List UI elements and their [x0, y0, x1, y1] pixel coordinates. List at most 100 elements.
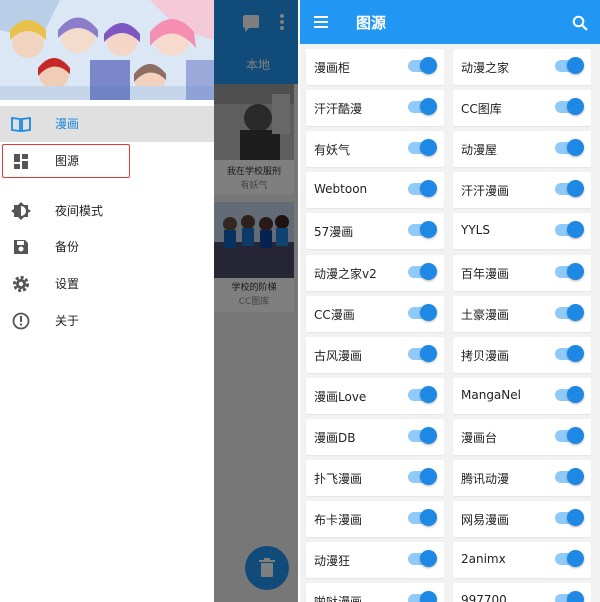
source-enable-toggle[interactable] [555, 221, 584, 238]
source-enable-toggle[interactable] [408, 427, 437, 444]
source-name: 动漫之家v2 [314, 267, 377, 281]
screenshot-root: 本地 我在学校服刑 有妖气 [0, 0, 600, 602]
drawer-item-settings[interactable]: 设置 [0, 266, 214, 302]
drawer-item-backup[interactable]: 备份 [0, 229, 214, 265]
source-enable-toggle[interactable] [555, 180, 584, 197]
source-enable-toggle[interactable] [408, 180, 437, 197]
source-name: 动漫之家 [461, 61, 510, 75]
source-enable-toggle[interactable] [408, 139, 437, 156]
source-card[interactable]: 拷贝漫画 [453, 337, 591, 373]
left-screen: 本地 我在学校服刑 有妖气 [0, 0, 298, 602]
source-card[interactable]: 动漫之家v2 [306, 255, 444, 291]
source-card[interactable]: 漫画Love [306, 378, 444, 414]
source-name: 百年漫画 [461, 267, 510, 281]
source-enable-toggle[interactable] [408, 345, 437, 362]
drawer-item-label: 夜间模式 [55, 204, 104, 218]
source-name: 汗汗漫画 [461, 184, 510, 198]
hamburger-menu-icon[interactable] [314, 16, 328, 28]
source-name: 网易漫画 [461, 513, 510, 527]
search-icon[interactable] [572, 15, 588, 31]
source-enable-toggle[interactable] [408, 550, 437, 567]
right-screen: 图源 漫画柜 动漫之家汗汗酷漫 CC图库有妖气 动漫屋 Webtoon 汗汗漫画 57漫画 Y… [300, 0, 600, 602]
drawer-header-image [0, 0, 214, 100]
source-name: Webtoon [314, 182, 368, 196]
source-card[interactable]: 网易漫画 [453, 501, 591, 537]
drawer-item-label: 设置 [55, 277, 80, 291]
source-name: CC图库 [461, 102, 502, 116]
drawer-item-night-mode[interactable]: 夜间模式 [0, 193, 214, 229]
source-enable-toggle[interactable] [408, 304, 437, 321]
page-title: 图源 [356, 14, 387, 32]
source-card[interactable]: 扑飞漫画 [306, 460, 444, 496]
source-enable-toggle[interactable] [555, 345, 584, 362]
source-card[interactable]: CC漫画 [306, 296, 444, 332]
source-name: 漫画Love [314, 390, 367, 404]
source-enable-toggle[interactable] [555, 386, 584, 403]
source-name: 拷贝漫画 [461, 349, 510, 363]
source-card[interactable]: 古风漫画 [306, 337, 444, 373]
book-icon [11, 115, 31, 133]
source-card[interactable]: 百年漫画 [453, 255, 591, 291]
source-enable-toggle[interactable] [555, 550, 584, 567]
source-name: 啪哒漫画 [314, 595, 363, 602]
gear-icon [11, 275, 31, 293]
source-card[interactable]: 漫画DB [306, 419, 444, 455]
source-card[interactable]: 腾讯动漫 [453, 460, 591, 496]
source-enable-toggle[interactable] [408, 263, 437, 280]
drawer-item-label: 备份 [55, 240, 80, 254]
source-card[interactable]: 2animx [453, 542, 591, 578]
navigation-drawer: 漫画 图源 夜间模式 备份 设置 关于 [0, 0, 214, 602]
source-card[interactable]: MangaNel [453, 378, 591, 414]
source-name: MangaNel [461, 388, 521, 402]
drawer-item-comic[interactable]: 漫画 [0, 106, 214, 142]
source-card[interactable]: 动漫之家 [453, 49, 591, 85]
source-card[interactable]: 啪哒漫画 [306, 583, 444, 602]
source-enable-toggle[interactable] [555, 468, 584, 485]
source-enable-toggle[interactable] [408, 591, 437, 602]
drawer-scrim[interactable] [214, 0, 298, 602]
source-enable-toggle[interactable] [555, 139, 584, 156]
source-card[interactable]: 布卡漫画 [306, 501, 444, 537]
source-name: 古风漫画 [314, 349, 363, 363]
source-enable-toggle[interactable] [408, 468, 437, 485]
source-card[interactable]: 57漫画 [306, 213, 444, 249]
info-icon [11, 312, 31, 330]
source-enable-toggle[interactable] [555, 591, 584, 602]
source-enable-toggle[interactable] [555, 304, 584, 321]
source-name: 漫画台 [461, 431, 498, 445]
highlight-annotation-box [2, 144, 130, 178]
source-card[interactable]: 997700 [453, 583, 591, 602]
source-name: CC漫画 [314, 308, 355, 322]
source-enable-toggle[interactable] [408, 221, 437, 238]
source-enable-toggle[interactable] [555, 263, 584, 280]
source-card[interactable]: 漫画柜 [306, 49, 444, 85]
drawer-item-label: 漫画 [55, 117, 80, 131]
source-enable-toggle[interactable] [408, 57, 437, 74]
source-name: 动漫狂 [314, 554, 351, 568]
source-enable-toggle[interactable] [408, 98, 437, 115]
source-enable-toggle[interactable] [555, 509, 584, 526]
source-name: 漫画柜 [314, 61, 351, 75]
source-card[interactable]: Webtoon [306, 172, 444, 208]
source-card[interactable]: 土豪漫画 [453, 296, 591, 332]
source-card[interactable]: 汗汗酷漫 [306, 90, 444, 126]
source-name: 扑飞漫画 [314, 472, 363, 486]
drawer-item-about[interactable]: 关于 [0, 303, 214, 339]
source-card[interactable]: 动漫狂 [306, 542, 444, 578]
brightness-icon [11, 202, 31, 220]
source-card[interactable]: CC图库 [453, 90, 591, 126]
source-name: YYLS [461, 223, 490, 237]
source-card[interactable]: 有妖气 [306, 131, 444, 167]
source-name: 有妖气 [314, 143, 351, 157]
source-name: 汗汗酷漫 [314, 102, 363, 116]
source-enable-toggle[interactable] [555, 57, 584, 74]
source-card[interactable]: 汗汗漫画 [453, 172, 591, 208]
source-name: 布卡漫画 [314, 513, 363, 527]
source-enable-toggle[interactable] [555, 427, 584, 444]
source-card[interactable]: 漫画台 [453, 419, 591, 455]
source-card[interactable]: YYLS [453, 213, 591, 249]
source-enable-toggle[interactable] [555, 98, 584, 115]
source-enable-toggle[interactable] [408, 386, 437, 403]
source-enable-toggle[interactable] [408, 509, 437, 526]
source-card[interactable]: 动漫屋 [453, 131, 591, 167]
